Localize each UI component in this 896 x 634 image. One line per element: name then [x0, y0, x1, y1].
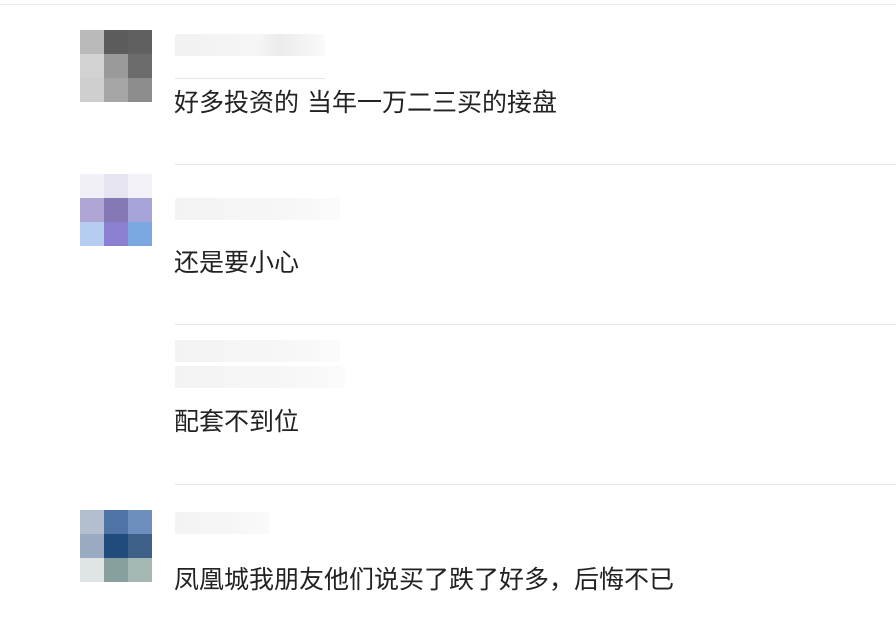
avatar-pixel — [128, 30, 152, 54]
avatar[interactable] — [80, 30, 152, 102]
avatar-pixel — [128, 78, 152, 102]
comment-text: 配套不到位 — [174, 407, 300, 436]
avatar-pixel — [104, 510, 128, 534]
avatar-pixel — [104, 174, 128, 198]
avatar-pixel — [104, 558, 128, 582]
avatar-pixel — [80, 78, 104, 102]
username-underline — [175, 78, 325, 79]
avatar-pixel — [104, 78, 128, 102]
avatar-pixel — [104, 198, 128, 222]
avatar-pixel — [128, 510, 152, 534]
avatar-pixel — [104, 222, 128, 246]
avatar-pixel — [128, 174, 152, 198]
avatar-pixel — [104, 30, 128, 54]
username-blurred[interactable] — [175, 366, 345, 388]
avatar-pixel — [128, 558, 152, 582]
avatar-pixel — [80, 174, 104, 198]
comment-text: 好多投资的 当年一万二三买的接盘 — [174, 88, 557, 117]
avatar-pixel — [80, 198, 104, 222]
avatar-pixel — [128, 222, 152, 246]
username-blurred[interactable] — [175, 340, 340, 362]
avatar-pixel — [128, 54, 152, 78]
comment-text: 凤凰城我朋友他们说买了跌了好多，后悔不已 — [174, 565, 675, 594]
avatar-pixel — [80, 30, 104, 54]
avatar-pixel — [104, 534, 128, 558]
avatar-pixel — [128, 198, 152, 222]
avatar-pixel — [80, 558, 104, 582]
username-blurred[interactable] — [175, 198, 340, 220]
avatar-pixel — [128, 534, 152, 558]
avatar[interactable] — [80, 174, 152, 246]
comment-divider — [175, 324, 896, 325]
avatar-pixel — [80, 222, 104, 246]
username-blurred[interactable] — [175, 34, 325, 56]
avatar-pixel — [80, 534, 104, 558]
comment-divider — [175, 484, 896, 485]
avatar-pixel — [104, 54, 128, 78]
comment-text: 还是要小心 — [174, 248, 300, 277]
username-blurred[interactable] — [175, 512, 270, 534]
avatar[interactable] — [80, 510, 152, 582]
avatar-pixel — [80, 510, 104, 534]
top-divider — [0, 4, 896, 5]
comment-divider — [175, 164, 896, 165]
avatar-pixel — [80, 54, 104, 78]
